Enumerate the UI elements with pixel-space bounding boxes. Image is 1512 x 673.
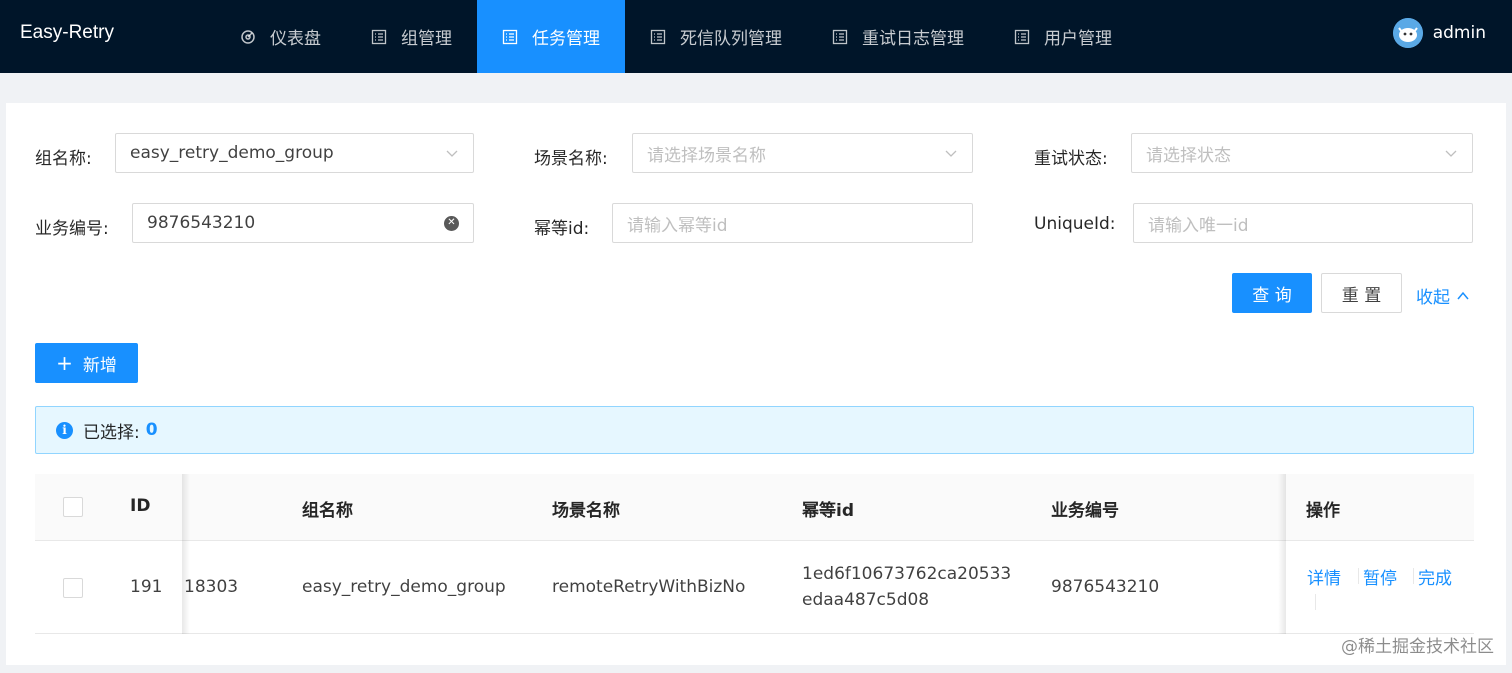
idempotent-input-placeholder: 请输入幂等id [627,215,728,236]
col-id: ID [130,496,151,516]
scene-select-placeholder: 请选择场景名称 [647,145,766,166]
cell-idempotent-line2: edaa487c5d08 [802,590,930,610]
status-select[interactable]: 请选择状态 [1131,133,1473,173]
pause-link[interactable]: 暂停 [1363,564,1397,589]
cell-group: easy_retry_demo_group [302,577,506,597]
user-menu[interactable]: admin [1392,18,1486,48]
bizno-input[interactable]: 9876543210 ✕ [132,203,474,243]
unique-input[interactable]: 请输入唯一id [1133,203,1473,243]
cell-scene: remoteRetryWithBizNo [552,577,746,597]
table-row: 191 18303 easy_retry_demo_group remoteRe… [35,541,1474,634]
idempotent-input[interactable]: 请输入幂等id [612,203,973,243]
username: admin [1432,23,1486,43]
bizno-label: 业务编号: [35,219,109,239]
chevron-up-icon [1456,289,1470,303]
selection-label: 已选择: [83,422,140,443]
list-icon [650,29,666,45]
nav-label: 死信队列管理 [680,29,782,49]
nav-label: 仪表盘 [270,29,321,49]
query-button[interactable]: 查 询 [1232,273,1312,313]
finish-link[interactable]: 完成 [1418,564,1452,589]
idempotent-label: 幂等id: [534,219,590,239]
nav-item-dead-letter[interactable]: 死信队列管理 [625,0,807,73]
col-bizno: 业务编号 [1051,501,1119,521]
chevron-down-icon [944,146,958,160]
info-icon: i [56,421,73,439]
detail-link[interactable]: 详情 [1307,564,1341,589]
scene-select[interactable]: 请选择场景名称 [632,133,973,173]
group-select-value: easy_retry_demo_group [130,143,334,163]
dashboard-icon [240,29,256,45]
bizno-input-value: 9876543210 [147,213,256,233]
list-icon [1014,29,1030,45]
add-label: 新增 [82,355,117,376]
nav-label: 重试日志管理 [862,29,964,49]
action-divider [1413,568,1414,584]
col-idempotent: 幂等id [802,501,854,521]
content-card: 组名称: easy_retry_demo_group 场景名称: 请选择场景名称… [6,103,1506,665]
col-scene: 场景名称 [552,501,620,521]
nav-label: 组管理 [401,29,452,49]
clear-icon[interactable]: ✕ [444,215,459,231]
nav-label: 任务管理 [532,29,600,49]
select-all-checkbox[interactable] [63,497,83,517]
nav-item-task[interactable]: 任务管理 [477,0,625,73]
status-label: 重试状态: [1034,149,1108,169]
chevron-down-icon [1444,146,1458,160]
nav-item-retry-log[interactable]: 重试日志管理 [807,0,989,73]
plus-icon: + [56,351,73,375]
avatar [1392,18,1423,48]
top-header: Easy-Retry 仪表盘 组管理 任务管理 死信队列管理 重试日志管理 用户… [0,0,1512,73]
nav-label: 用户管理 [1044,29,1112,49]
app-brand[interactable]: Easy-Retry [20,22,114,44]
list-icon [832,29,848,45]
selection-alert: i 已选择: 0 [35,406,1474,454]
cell-id: 191 [130,577,163,597]
col-actions: 操作 [1306,501,1340,521]
table-header: ID 组名称 场景名称 幂等id 业务编号 操作 [35,474,1474,541]
fixed-column-shadow [182,474,190,634]
row-checkbox[interactable] [63,578,83,598]
add-button[interactable]: + 新增 [35,343,138,383]
col-group: 组名称 [302,501,353,521]
fixed-column-shadow [1278,474,1286,634]
unique-label: UniqueId: [1034,214,1116,234]
unique-input-placeholder: 请输入唯一id [1148,215,1249,236]
scene-label: 场景名称: [534,149,608,169]
list-icon [502,29,518,45]
cell-hidden: 18303 [184,577,239,597]
collapse-link[interactable]: 收起 [1416,283,1470,308]
main-nav: 仪表盘 组管理 任务管理 死信队列管理 重试日志管理 用户管理 [215,0,1137,73]
selection-count: 0 [145,420,158,440]
action-divider [1358,568,1359,584]
nav-item-user[interactable]: 用户管理 [989,0,1137,73]
cell-idempotent-line1: 1ed6f10673762ca20533 [802,564,1012,584]
status-select-placeholder: 请选择状态 [1146,145,1231,166]
group-select[interactable]: easy_retry_demo_group [115,133,474,173]
watermark: @稀土掘金技术社区 [1341,637,1494,657]
nav-item-dashboard[interactable]: 仪表盘 [215,0,346,73]
chevron-down-icon [445,146,459,160]
list-icon [371,29,387,45]
collapse-label: 收起 [1416,288,1450,308]
nav-item-group[interactable]: 组管理 [346,0,477,73]
cell-bizno: 9876543210 [1051,577,1160,597]
reset-button[interactable]: 重 置 [1321,273,1402,313]
action-divider [1315,594,1316,610]
group-label: 组名称: [35,149,92,169]
